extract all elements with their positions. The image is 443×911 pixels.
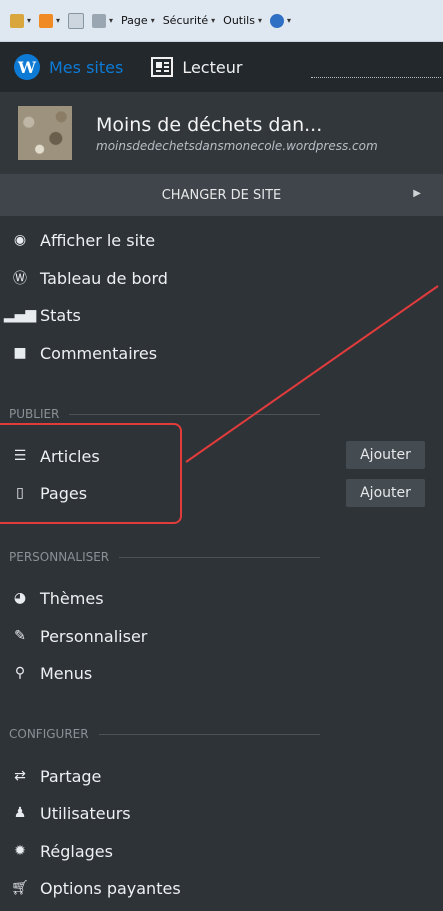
help-icon <box>269 13 284 28</box>
site-url: moinsdedechetsdansmonecole.wordpress.com <box>96 138 378 153</box>
comment-icon: ■ <box>13 345 27 361</box>
browser-command-bar: ▾ ▾ ▾ Page ▾ Sécurité ▾ Outils ▾ ▾ <box>0 0 443 42</box>
menu-item-label: Stats <box>40 305 81 325</box>
menu-item-users[interactable]: ♟ Utilisateurs <box>0 798 443 828</box>
menu-item-themes[interactable]: ◕ Thèmes <box>0 583 443 613</box>
cart-icon: 🛒︎ <box>11 880 29 896</box>
annotation-highlight <box>0 423 182 524</box>
section-publish-title: PUBLIER <box>9 407 60 421</box>
print-icon <box>92 13 107 28</box>
menu-item-label: Tableau de bord <box>40 268 168 288</box>
reader-label: Lecteur <box>182 57 243 77</box>
menu-item-label: Options payantes <box>40 878 181 898</box>
menu-item-label: Menus <box>40 663 93 683</box>
divider <box>311 77 441 78</box>
section-personalize: PERSONNALISER <box>0 547 320 567</box>
chevron-right-icon: ▶ <box>413 188 421 199</box>
themes-icon: ◕ <box>13 590 27 606</box>
menu-item-sharing[interactable]: ⇄ Partage <box>0 761 443 791</box>
my-sites-label: Mes sites <box>49 57 124 77</box>
mail-button[interactable] <box>68 12 85 29</box>
menu-item-label: Partage <box>40 766 102 786</box>
wordpress-icon: Ⓦ <box>13 271 27 287</box>
menu-item-label: Personnaliser <box>40 626 148 646</box>
home-icon <box>10 13 24 28</box>
menu-item-label: Afficher le site <box>40 230 156 250</box>
menu-item-stats[interactable]: ▂▄▆ Stats <box>0 300 443 330</box>
home-button[interactable]: ▾ <box>10 13 31 28</box>
my-sites-tab[interactable]: W Mes sites <box>0 42 137 92</box>
feeds-button[interactable]: ▾ <box>39 13 60 28</box>
current-site[interactable]: Moins de déchets dan... moinsdedechetsda… <box>0 92 443 174</box>
pin-icon: ⚲ <box>14 665 26 681</box>
security-menu[interactable]: Sécurité ▾ <box>163 14 215 27</box>
menu-item-label: Commentaires <box>40 343 158 363</box>
section-personalize-title: PERSONNALISER <box>9 550 110 564</box>
add-page-button[interactable]: Ajouter <box>346 479 425 507</box>
page-menu-label: Page <box>121 14 148 27</box>
print-button[interactable]: ▾ <box>92 13 113 28</box>
page-menu[interactable]: Page ▾ <box>121 14 155 27</box>
settings-icon: ✹ <box>14 843 26 859</box>
section-publish: PUBLIER <box>0 404 320 424</box>
add-article-button[interactable]: Ajouter <box>346 441 425 469</box>
reader-tab[interactable]: Lecteur <box>137 42 256 92</box>
share-icon: ⇄ <box>14 768 26 784</box>
stats-icon: ▂▄▆ <box>3 307 37 323</box>
security-menu-label: Sécurité <box>162 14 209 27</box>
menu-item-dashboard[interactable]: Ⓦ Tableau de bord <box>0 263 443 293</box>
change-site-label: CHANGER DE SITE <box>161 187 282 203</box>
menu-item-label: Thèmes <box>40 588 104 608</box>
globe-icon: ◉ <box>13 232 27 248</box>
help-button[interactable]: ▾ <box>269 13 291 28</box>
site-name: Moins de déchets dan... <box>96 113 323 136</box>
section-configure-title: CONFIGURER <box>9 727 89 741</box>
menu-item-label: Réglages <box>40 841 113 861</box>
reader-icon <box>151 57 174 77</box>
menu-item-customize[interactable]: ✎ Personnaliser <box>0 621 443 651</box>
mail-icon <box>68 12 85 29</box>
change-site-button[interactable]: CHANGER DE SITE ▶ <box>0 174 443 216</box>
section-configure: CONFIGURER <box>0 724 320 744</box>
tools-menu[interactable]: Outils ▾ <box>223 14 262 27</box>
menu-item-view-site[interactable]: ◉ Afficher le site <box>0 225 443 255</box>
menu-item-paid-options[interactable]: 🛒︎ Options payantes <box>0 873 443 903</box>
site-thumbnail <box>18 106 72 160</box>
tools-menu-label: Outils <box>223 14 255 27</box>
wordpress-logo-icon: W <box>14 54 40 80</box>
brush-icon: ✎ <box>14 628 26 644</box>
rss-icon <box>39 13 54 28</box>
menu-item-menus[interactable]: ⚲ Menus <box>0 658 443 688</box>
user-icon: ♟ <box>13 805 27 821</box>
menu-item-settings[interactable]: ✹ Réglages <box>0 836 443 866</box>
menu-item-label: Utilisateurs <box>40 803 131 823</box>
menu-item-comments[interactable]: ■ Commentaires <box>0 338 443 368</box>
wp-masterbar: W Mes sites Lecteur <box>0 42 443 92</box>
